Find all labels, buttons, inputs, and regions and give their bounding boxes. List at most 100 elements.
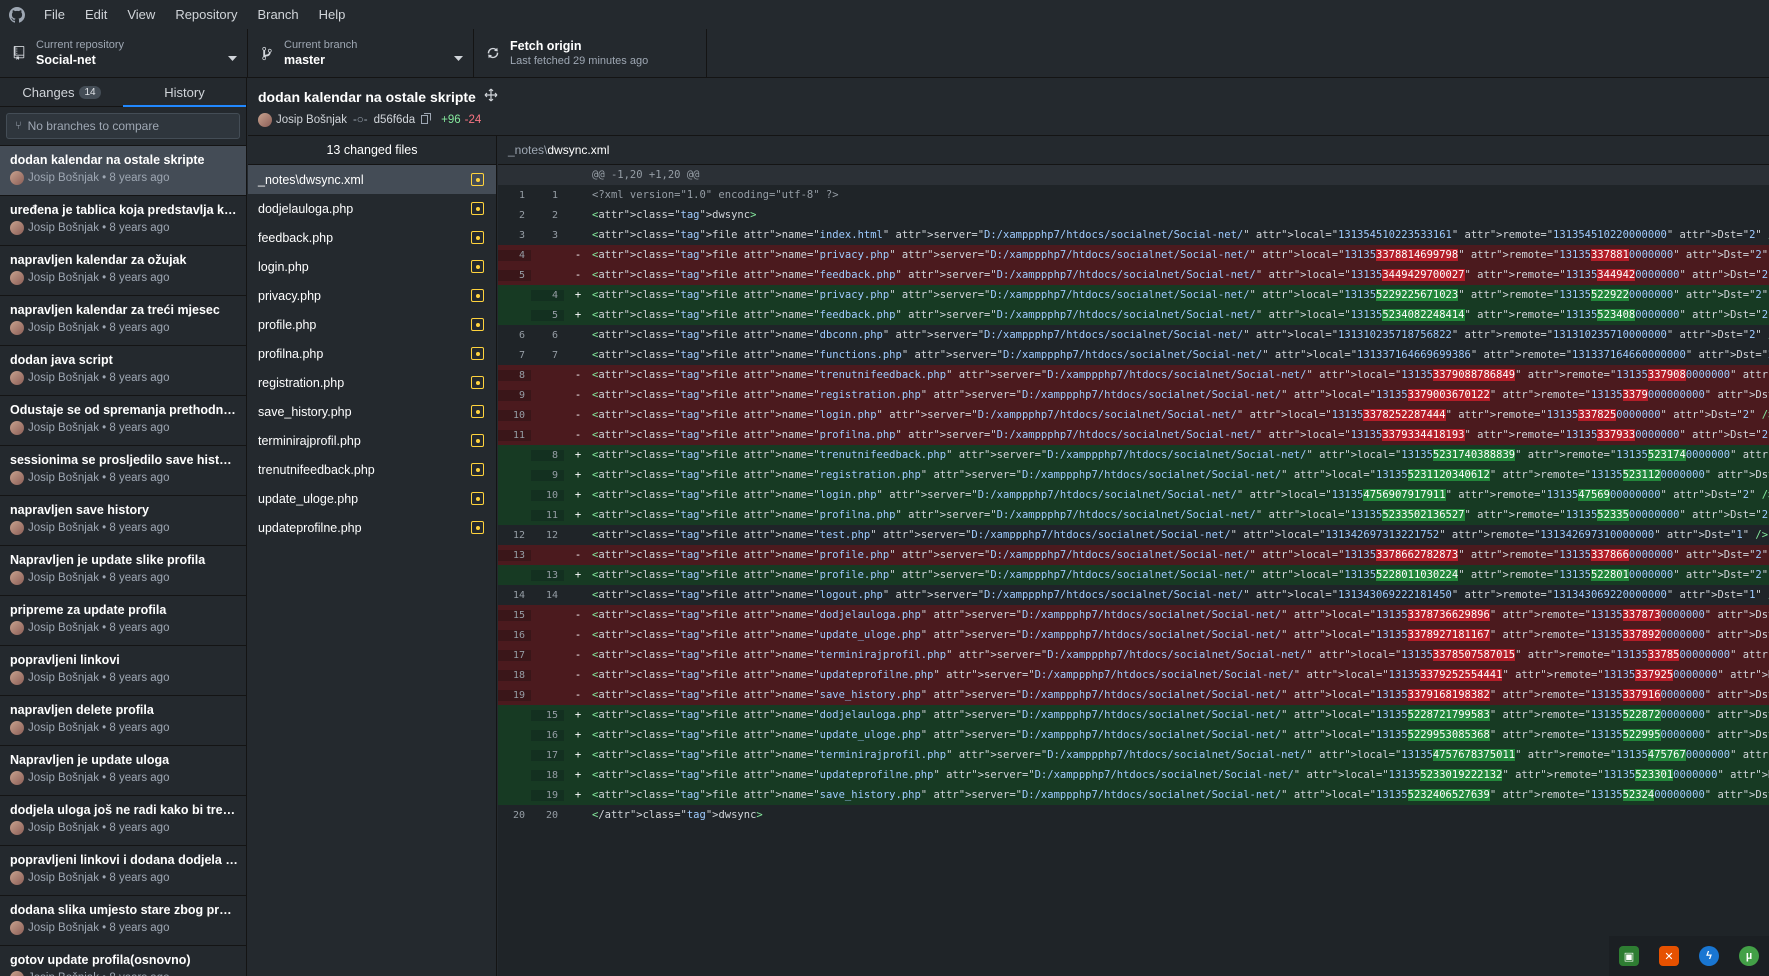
diff-gutter-sign: - xyxy=(574,249,582,261)
commit-list-item[interactable]: napravljen kalendar za treći mjesec Josip… xyxy=(0,296,246,346)
changed-file-item[interactable]: update_uloge.php xyxy=(248,484,496,513)
fetch-origin-button[interactable]: Fetch origin Last fetched 29 minutes ago xyxy=(474,29,707,77)
diff-gutter-sign: + xyxy=(574,749,582,761)
menu-branch[interactable]: Branch xyxy=(247,0,308,29)
commit-title: dodan kalendar na ostale skripte xyxy=(258,88,476,105)
old-line-number: 13 xyxy=(498,549,531,561)
commit-list-item[interactable]: Napravljen je update slike profila Josip … xyxy=(0,546,246,596)
current-branch-button[interactable]: Current branch master xyxy=(248,29,474,77)
new-line-number: 3 xyxy=(551,229,558,241)
changed-file-item[interactable]: feedback.php xyxy=(248,223,496,252)
modified-icon xyxy=(471,260,484,273)
chevron-down-icon xyxy=(228,49,237,67)
commit-list-item[interactable]: dodan java script Josip Bošnjak • 8 years… xyxy=(0,346,246,396)
changed-file-item[interactable]: registration.php xyxy=(248,368,496,397)
menu-help[interactable]: Help xyxy=(309,0,356,29)
avatar xyxy=(10,871,24,885)
diff-line-del: 19 - <attr">class="tag">file attr">name="s… xyxy=(498,685,1769,705)
old-line-number: 11 xyxy=(498,429,531,441)
commit-list-item[interactable]: popravljeni linkovi i dodana dodjela ulo… xyxy=(0,846,246,896)
commit-list-item[interactable]: pripreme za update profila Josip Bošnjak … xyxy=(0,596,246,646)
commit-list-item[interactable]: gotov update profila(osnovno) Josip Bošnj… xyxy=(0,946,246,976)
commit-list-item[interactable]: dodana slika umjesto stare zbog pregledn… xyxy=(0,896,246,946)
current-repository-button[interactable]: Current repository Social-net xyxy=(0,29,248,77)
flash-icon[interactable]: ϟ xyxy=(1699,946,1719,966)
branch-name: master xyxy=(284,53,325,67)
copy-icon[interactable] xyxy=(421,113,432,127)
old-line-number: 10 xyxy=(498,409,531,421)
changed-file-item[interactable]: dodjelauloga.php xyxy=(248,194,496,223)
torrent-icon[interactable]: µ xyxy=(1739,946,1759,966)
commit-message: sessionima se prosljedilo save history s… xyxy=(10,453,238,467)
diff-code: <attr">class="tag">file attr">name="func… xyxy=(592,349,1769,361)
changed-file-item[interactable]: _notes\dwsync.xml xyxy=(248,165,496,194)
menu-bar: File Edit View Repository Branch Help xyxy=(0,0,1769,29)
xampp-icon[interactable]: ✕ xyxy=(1659,946,1679,966)
tab-history[interactable]: History xyxy=(123,78,246,107)
new-line-number: 5 xyxy=(531,309,564,321)
tab-changes-label: Changes xyxy=(22,84,75,100)
changed-file-item[interactable]: trenutnifeedback.php xyxy=(248,455,496,484)
changed-file-item[interactable]: privacy.php xyxy=(248,281,496,310)
diff-line-ctx: 1 1 <?xml version="1.0" encoding="utf-8" ?… xyxy=(498,185,1769,205)
diff-gutter-sign: + xyxy=(574,309,582,321)
diff-line-ctx: 3 3 <attr">class="tag">file attr">name="in… xyxy=(498,225,1769,245)
new-line-number: 20 xyxy=(545,809,558,821)
new-line-number: 15 xyxy=(531,709,564,721)
new-line-number: 1 xyxy=(551,189,558,201)
commit-meta: Josip Bošnjak • 8 years ago xyxy=(28,172,170,184)
diff-code: <attr">class="tag">file attr">name="upda… xyxy=(592,729,1769,741)
commit-list-item[interactable]: dodjela uloga još ne radi kako bi trebal… xyxy=(0,796,246,846)
changed-file-item[interactable]: terminirajprofil.php xyxy=(248,426,496,455)
diff-code: </attr">class="tag">dwsync> xyxy=(592,809,763,821)
branch-compare-input[interactable]: ⑂ No branches to compare xyxy=(6,113,240,139)
commit-meta: Josip Bošnjak • 8 years ago xyxy=(28,772,170,784)
commit-list-item[interactable]: napravljen save history Josip Bošnjak • 8… xyxy=(0,496,246,546)
menu-repository[interactable]: Repository xyxy=(165,0,247,29)
file-name: registration.php xyxy=(258,375,345,390)
avatar xyxy=(10,571,24,585)
diff-code: <attr">class="tag">file attr">name="regi… xyxy=(592,469,1769,481)
diff-code: <attr">class="tag">file attr">name="upda… xyxy=(592,669,1769,681)
diff-line-del: 18 - <attr">class="tag">file attr">name="u… xyxy=(498,665,1769,685)
commit-message: gotov update profila(osnovno) xyxy=(10,953,191,967)
commit-summary-header: dodan kalendar na ostale skripte Josip B… xyxy=(248,78,1769,136)
commit-list-item[interactable]: napravljen delete profila Josip Bošnjak •… xyxy=(0,696,246,746)
changed-file-item[interactable]: profile.php xyxy=(248,310,496,339)
tab-changes[interactable]: Changes 14 xyxy=(0,78,123,106)
diff-gutter-sign: + xyxy=(574,289,582,301)
app-icon-green[interactable]: ▣ xyxy=(1619,946,1639,966)
commit-list-item[interactable]: sessionima se prosljedilo save history s… xyxy=(0,446,246,496)
expand-icon[interactable] xyxy=(484,88,498,105)
changed-file-item[interactable]: updateprofilne.php xyxy=(248,513,496,542)
changes-count-badge: 14 xyxy=(79,85,101,99)
commit-icon: -○- xyxy=(352,114,368,126)
changed-file-item[interactable]: login.php xyxy=(248,252,496,281)
commit-list-item[interactable]: Napravljen je update uloga Josip Bošnjak … xyxy=(0,746,246,796)
sidebar: Changes 14 History ⑂ No branches to comp… xyxy=(0,78,247,976)
commit-list-item[interactable]: napravljen kalendar za ožujak Josip Bošnj… xyxy=(0,246,246,296)
commit-list-item[interactable]: popravljeni linkovi Josip Bošnjak • 8 yea… xyxy=(0,646,246,696)
hunk-text: @@ -1,20 +1,20 @@ xyxy=(592,169,700,181)
commit-list-item[interactable]: uređena je tablica koja predstavlja kale… xyxy=(0,196,246,246)
diff-line-add: 17 + <attr">class="tag">file attr">name="t… xyxy=(498,745,1769,765)
commit-list-item[interactable]: Odustaje se od spremanja prethodne stran… xyxy=(0,396,246,446)
changed-file-item[interactable]: profilna.php xyxy=(248,339,496,368)
commit-list-item[interactable]: dodan kalendar na ostale skripte Josip Bo… xyxy=(0,146,246,196)
repo-icon xyxy=(10,46,28,60)
commit-list: dodan kalendar na ostale skripte Josip Bo… xyxy=(0,145,246,976)
menu-view[interactable]: View xyxy=(117,0,165,29)
diff-gutter-sign: - xyxy=(574,269,582,281)
diff-code: <attr">class="tag">file attr">name="term… xyxy=(592,649,1769,661)
commit-author: Josip Bošnjak xyxy=(276,114,347,126)
file-name: trenutnifeedback.php xyxy=(258,462,375,477)
menu-edit[interactable]: Edit xyxy=(75,0,117,29)
diff-code: <attr">class="tag">file attr">name="regi… xyxy=(592,389,1769,401)
menu-file[interactable]: File xyxy=(34,0,75,29)
diff-code: <attr">class="tag">file attr">name="tren… xyxy=(592,449,1769,461)
commit-meta: Josip Bošnjak • 8 years ago xyxy=(28,822,170,834)
diff-hunk-header: @@ -1,20 +1,20 @@ xyxy=(498,165,1769,185)
changed-file-item[interactable]: save_history.php xyxy=(248,397,496,426)
diff-gutter-sign: - xyxy=(574,429,582,441)
commit-meta: Josip Bošnjak • 8 years ago xyxy=(28,922,170,934)
